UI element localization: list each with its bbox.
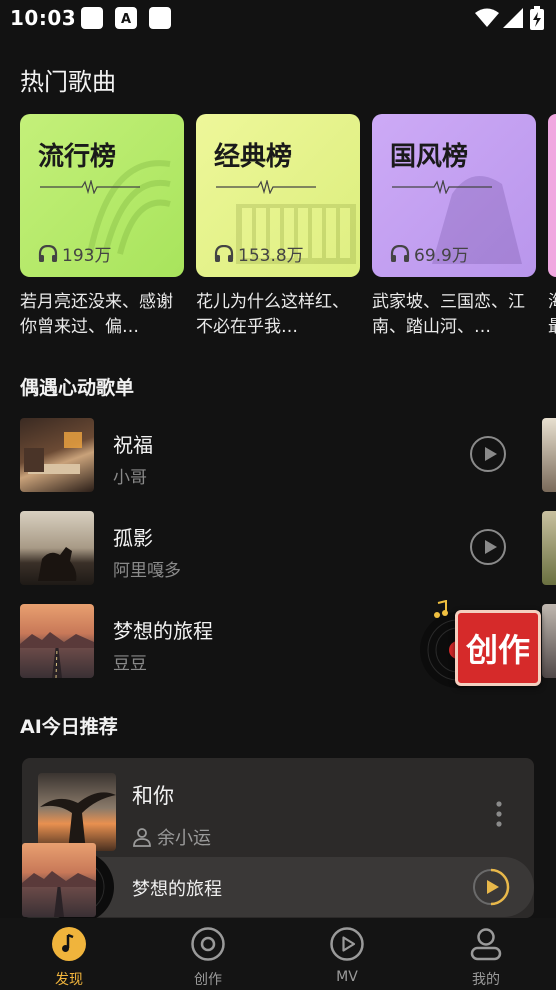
song-artist: 豆豆 bbox=[113, 654, 147, 674]
song-cover-peek bbox=[542, 511, 556, 585]
play-button[interactable] bbox=[470, 529, 506, 565]
chart-plays: 153.8万 bbox=[214, 241, 304, 266]
chart-card-peek[interactable] bbox=[548, 114, 556, 277]
user-icon bbox=[133, 828, 151, 847]
tab-mv[interactable]: MV bbox=[307, 924, 387, 990]
more-options-icon[interactable] bbox=[494, 800, 504, 828]
chart-plays: 69.9万 bbox=[390, 241, 469, 266]
play-icon bbox=[330, 927, 364, 961]
wifi-icon bbox=[475, 8, 499, 27]
song-artist: 余小运 bbox=[157, 828, 211, 849]
song-artist: 小哥 bbox=[113, 468, 147, 488]
chart-plays-count: 193万 bbox=[62, 246, 112, 266]
music-note-icon bbox=[52, 927, 86, 961]
tab-label: 我的 bbox=[472, 972, 500, 988]
tab-label: 创作 bbox=[194, 972, 222, 988]
waveform-icon bbox=[392, 180, 492, 194]
song-cover bbox=[20, 418, 94, 492]
headphones-icon bbox=[38, 244, 58, 262]
hot-songs-title: 热门歌曲 bbox=[20, 68, 116, 96]
signal-icon bbox=[503, 8, 523, 28]
song-title: 和你 bbox=[132, 784, 174, 808]
chart-name: 经典榜 bbox=[214, 142, 293, 172]
notification-icon-2 bbox=[149, 7, 171, 29]
tab-create[interactable]: 创作 bbox=[168, 924, 248, 990]
svg-text:A: A bbox=[121, 12, 131, 27]
mini-player-play-icon[interactable] bbox=[472, 868, 510, 906]
tab-discover[interactable]: 发现 bbox=[29, 924, 109, 990]
music-note-sparkle-icon bbox=[434, 600, 448, 618]
chart-desc: 海最 bbox=[548, 290, 556, 342]
song-artist-row: 余小运 bbox=[132, 824, 211, 850]
chart-desc: 若月亮还没来、感谢你曾来过、偏… bbox=[20, 292, 173, 337]
chart-card-classic[interactable]: 经典榜 153.8万 bbox=[196, 114, 360, 277]
list-item[interactable]: 孤影 阿里嘎多 bbox=[20, 511, 520, 587]
song-cover bbox=[20, 511, 94, 585]
song-artist: 阿里嘎多 bbox=[113, 561, 181, 581]
waveform-icon bbox=[216, 180, 316, 194]
mini-player-cover bbox=[22, 843, 96, 917]
tab-label: 发现 bbox=[55, 972, 83, 988]
playlist-section-title: 偶遇心动歌单 bbox=[20, 377, 135, 399]
headphones-icon bbox=[214, 244, 234, 262]
chart-desc: 花儿为什么这样红、不必在乎我… bbox=[196, 292, 349, 337]
tab-mine[interactable]: 我的 bbox=[446, 924, 526, 990]
mini-player[interactable]: 梦想的旅程 bbox=[22, 843, 534, 923]
chart-plays-count: 153.8万 bbox=[238, 246, 304, 266]
song-title: 梦想的旅程 bbox=[113, 619, 213, 643]
record-icon bbox=[191, 927, 225, 961]
create-badge: 创作 bbox=[455, 610, 541, 686]
headphones-icon bbox=[390, 244, 410, 262]
list-item[interactable]: 祝福 小哥 bbox=[20, 418, 520, 494]
mini-player-title: 梦想的旅程 bbox=[132, 879, 222, 900]
notification-icon bbox=[81, 7, 103, 29]
app-notification-icon: A bbox=[115, 7, 137, 29]
chart-card-pop[interactable]: 流行榜 193万 bbox=[20, 114, 184, 277]
ai-section-title: AI今日推荐 bbox=[20, 716, 118, 738]
chart-plays: 193万 bbox=[38, 241, 111, 266]
song-cover-peek bbox=[542, 418, 556, 492]
create-floating-button[interactable]: 创作 bbox=[418, 600, 556, 690]
battery-charging-icon bbox=[530, 6, 544, 30]
chart-desc: 武家坡、三国恋、江南、踏山河、… bbox=[372, 292, 525, 337]
song-title: 祝福 bbox=[113, 433, 153, 457]
status-bar: 10:03 A bbox=[0, 0, 556, 38]
status-time: 10:03 bbox=[10, 6, 77, 30]
chart-name: 国风榜 bbox=[390, 142, 469, 172]
chart-card-guofeng[interactable]: 国风榜 69.9万 bbox=[372, 114, 536, 277]
song-title: 孤影 bbox=[113, 526, 153, 550]
user-icon bbox=[470, 928, 502, 961]
song-cover bbox=[38, 773, 116, 851]
song-cover bbox=[20, 604, 94, 678]
chart-name: 流行榜 bbox=[38, 142, 117, 172]
chart-plays-count: 69.9万 bbox=[414, 246, 469, 266]
tab-label: MV bbox=[336, 969, 358, 985]
play-button[interactable] bbox=[470, 436, 506, 472]
waveform-icon bbox=[40, 180, 140, 194]
